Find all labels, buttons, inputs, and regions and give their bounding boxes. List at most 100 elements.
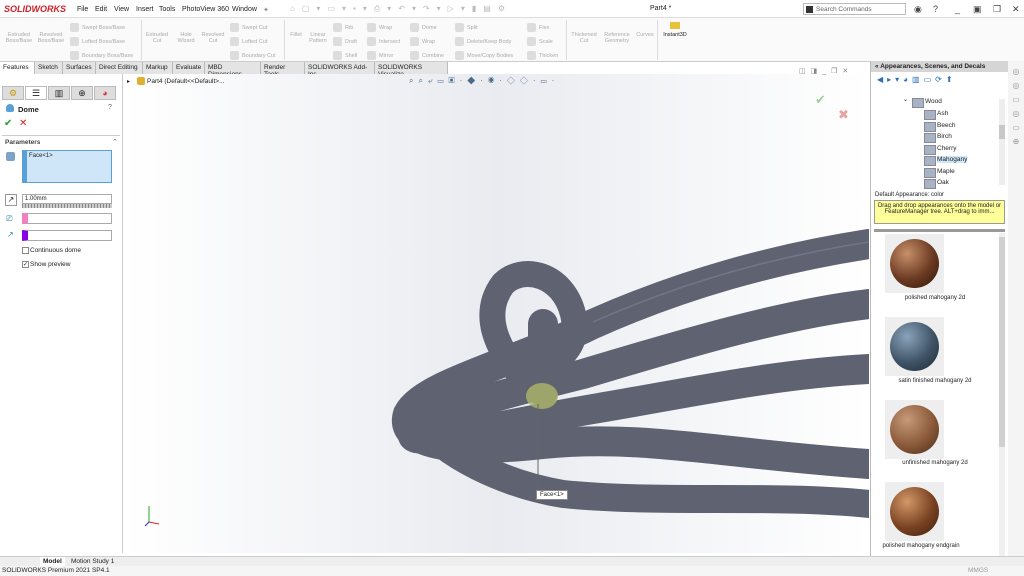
menu-window[interactable]: Window [232,6,257,13]
swatch-satin-mahogany[interactable] [885,317,944,376]
tab-markup[interactable]: Markup [143,62,173,74]
revolved-cut-button[interactable]: Revolved Cut [199,32,227,44]
wrap-button[interactable]: Wrap [367,23,392,32]
scale-button[interactable]: Scale [527,37,553,46]
tile-button[interactable]: ▣ [973,4,982,15]
search-commands-input[interactable]: Search Commands [803,3,906,15]
graphics-area[interactable]: ▸ Part4 (Default<<Default>... ⌕⌕⤶▭▣·◆·◉·… [123,68,869,553]
task-pane-toolbar[interactable]: ◀▸▾◕▥▭⟳⬆ [877,75,957,84]
shell-button[interactable]: Shell [333,51,357,60]
draft-button[interactable]: Draft [333,37,357,46]
collapse-icon[interactable]: ⌃ [112,138,118,146]
menu-view[interactable]: View [114,6,129,13]
featuremanager-tab-icon[interactable]: ⚙ [2,86,24,100]
tab-render-tools[interactable]: Render Tools [261,62,305,78]
wrap-2-button[interactable]: Wrap [410,37,435,46]
confirm-ok-icon[interactable]: ✔ [815,92,826,108]
folder-item[interactable]: Cherry [924,145,957,155]
move-copy-bodies-button[interactable]: Move/Copy Bodies [455,51,513,60]
extruded-boss-button[interactable]: Extruded Boss/Base [4,32,34,44]
menu-photoview[interactable]: PhotoView 360 [182,6,229,13]
show-preview-checkbox[interactable]: ✓ [22,261,29,268]
display-manager-tab-icon[interactable]: ◕ [94,86,116,100]
extruded-cut-button[interactable]: Extruded Cut [143,32,171,44]
menu-insert[interactable]: Insert [136,6,154,13]
swept-cut-button[interactable]: Swept Cut [230,23,267,32]
tab-sketch[interactable]: Sketch [35,62,63,74]
configuration-tab-icon[interactable]: ▥ [48,86,70,100]
tab-surfaces[interactable]: Surfaces [63,62,96,74]
parameters-section-header[interactable]: Parameters [5,139,40,146]
folder-item[interactable]: Ash [923,110,948,120]
continuous-dome-checkbox[interactable] [22,247,29,254]
folder-item[interactable]: Beech [923,122,955,132]
swatch-mahogany-endgrain[interactable] [885,482,944,541]
quick-access-toolbar[interactable]: ⌂▢▾▭▾▪▾⎙▾↶▾↷▾▷▾▮▤⚙ [290,4,512,14]
faces-to-dome-list[interactable]: Face<1> [22,150,112,183]
boundary-cut-button[interactable]: Boundary Cut [230,51,276,60]
expand-tree-icon[interactable]: ▸ [127,78,130,85]
cancel-button[interactable]: ✕ [19,118,27,129]
viewport-window-controls[interactable]: ◫◨_❐✕ [799,67,853,75]
thicken-button[interactable]: Thicken [527,51,558,60]
feature-tree-root[interactable]: Part4 (Default<<Default>... [147,78,225,85]
curves-button[interactable]: Curves [634,32,656,38]
reference-geometry-button[interactable]: Reference Geometry [601,32,633,44]
linear-pattern-button[interactable]: Linear Pattern [306,32,330,44]
direction-field[interactable] [22,230,112,241]
ok-button[interactable]: ✔ [4,118,12,129]
expand-wood-icon[interactable]: ⌄ [903,96,908,103]
user-icon[interactable]: ◉ [914,4,922,15]
restore-button[interactable]: ❐ [993,4,1001,15]
knot-model[interactable] [123,74,869,553]
tab-motion-study[interactable]: Motion Study 1 [68,557,117,566]
heads-up-view-toolbar[interactable]: ⌕⌕⤶▭▣·◆·◉·◇◇·▭· [409,76,559,86]
dome-button[interactable]: Dome [410,23,437,32]
boundary-boss-button[interactable]: Boundary Boss/Base [70,51,133,60]
thickened-cut-button[interactable]: Thickened Cut [568,32,600,44]
folder-wood[interactable]: Wood [912,98,942,108]
menu-file[interactable]: File [77,6,88,13]
lofted-cut-button[interactable]: Lofted Cut [230,37,267,46]
tree-scrollbar[interactable] [999,99,1005,185]
folder-item-selected[interactable]: Mahogany [923,156,968,166]
split-button[interactable]: Split [455,23,478,32]
tab-model[interactable]: Model [40,557,65,566]
tab-evaluate[interactable]: Evaluate [173,62,205,74]
swatch-scrollbar[interactable] [999,233,1005,561]
tab-features[interactable]: Features [0,62,35,74]
units-selector[interactable]: MMGS [968,567,988,574]
flex-button[interactable]: Flex [527,23,549,32]
folder-item[interactable]: Maple [924,168,955,178]
intersect-button[interactable]: Intersect [367,37,400,46]
help-icon[interactable]: ? [108,104,112,111]
lofted-boss-button[interactable]: Lofted Boss/Base [70,37,125,46]
dimxpert-tab-icon[interactable]: ⊕ [71,86,93,100]
swatch-polished-mahogany[interactable] [885,234,944,293]
help-icon[interactable]: ? [933,4,938,14]
distance-input[interactable]: 1.00mm [22,194,112,204]
hole-wizard-button[interactable]: Hole Wizard [173,32,199,44]
propertymanager-tab-icon[interactable]: ☰ [25,86,47,100]
pin-icon[interactable]: ✦ [263,6,269,14]
mirror-button[interactable]: Mirror [367,51,393,60]
continuous-dome-label[interactable]: Continuous dome [30,247,81,254]
task-pane-tab-icons[interactable]: ◎ ◎ ▭ ◎ ▭ ⊕ [1008,61,1024,149]
face-item[interactable]: Face<1> [27,151,111,161]
menu-edit[interactable]: Edit [95,6,107,13]
swept-boss-button[interactable]: Swept Boss/Base [70,23,125,32]
tab-mbd-dimensions[interactable]: MBD Dimensions [205,62,261,78]
instant3d-button[interactable]: Instant3D [659,32,691,38]
confirm-cancel-icon[interactable]: ✖ [838,107,849,123]
fillet-button[interactable]: Fillet [286,32,306,38]
minimize-button[interactable]: _ [955,4,960,14]
menu-tools[interactable]: Tools [159,6,175,13]
delete-keep-body-button[interactable]: Delete/Keep Body [455,37,511,46]
revolved-boss-button[interactable]: Revolved Boss/Base [36,32,66,44]
show-preview-label[interactable]: Show preview [30,261,70,268]
folder-item[interactable]: Oak [924,179,949,189]
rib-button[interactable]: Rib [333,23,353,32]
constraint-point-field[interactable] [22,213,112,224]
folder-item[interactable]: Birch [924,133,952,143]
reverse-direction-icon[interactable]: ↗ [5,194,17,206]
